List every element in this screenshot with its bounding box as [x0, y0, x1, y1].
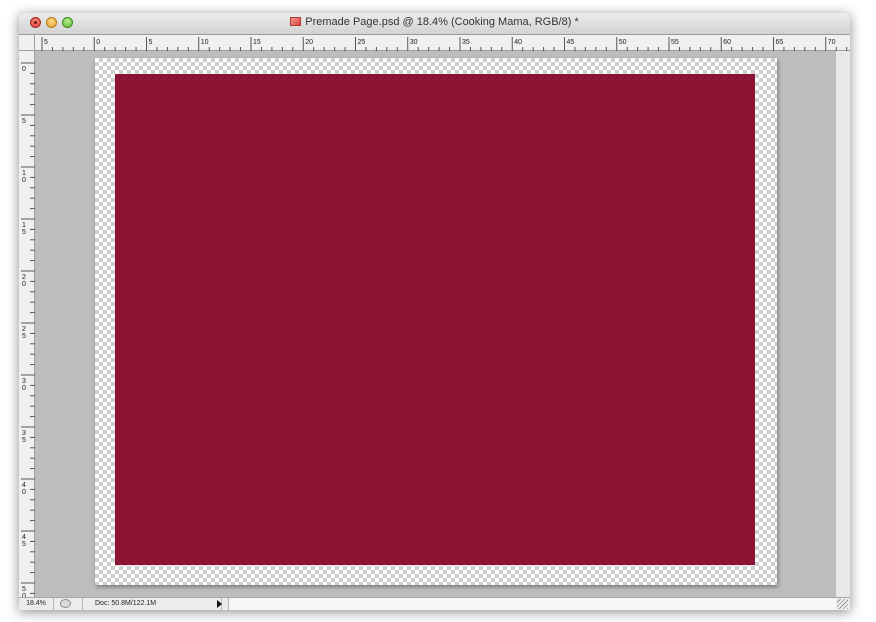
horizontal-ruler[interactable]: 5 0 5 10 15 20 25 30 35 40 45 50 55 60 65 70 — [35, 35, 850, 51]
ruler-label: 0 — [22, 489, 26, 496]
ruler-label: 3 — [22, 378, 26, 385]
photoshop-document-window: Premade Page.psd @ 18.4% (Cooking Mama, … — [19, 13, 850, 610]
document-size-info: Doc: 50.8M/122.1M — [82, 598, 222, 610]
ruler-label: 70 — [828, 39, 836, 46]
ruler-label: 0 — [22, 177, 26, 184]
window-title-container: Premade Page.psd @ 18.4% (Cooking Mama, … — [19, 16, 850, 31]
psd-document-icon — [290, 17, 302, 26]
ruler-label: 20 — [305, 39, 313, 46]
ruler-label: 5 — [22, 333, 26, 340]
status-icon[interactable] — [60, 599, 71, 608]
ruler-label: 0 — [22, 385, 26, 392]
ruler-label: 5 — [149, 39, 153, 46]
ruler-label: 2 — [22, 274, 26, 281]
vertical-scrollbar[interactable] — [835, 51, 850, 597]
canvas-area[interactable] — [35, 51, 835, 597]
ruler-label: 5 — [22, 586, 26, 593]
status-bar: 18.4% Doc: 50.8M/122.1M — [19, 597, 850, 610]
ruler-label: 15 — [253, 39, 261, 46]
resize-grip-icon[interactable] — [837, 599, 848, 609]
ruler-label: 30 — [410, 39, 418, 46]
ruler-label: 5 — [22, 437, 26, 444]
ruler-label: 65 — [776, 39, 784, 46]
ruler-label: 45 — [567, 39, 575, 46]
horizontal-ruler-ticks: 5 0 5 10 15 20 25 30 35 40 45 50 55 60 65 70 — [41, 37, 848, 51]
ruler-label: 0 — [96, 39, 100, 46]
ruler-label: 5 — [22, 118, 26, 125]
ruler-label: 55 — [671, 39, 679, 46]
ruler-label: 0 — [22, 281, 26, 288]
ruler-label: 10 — [201, 39, 209, 46]
document-canvas[interactable] — [95, 58, 777, 585]
vertical-ruler-ticks: 05101520253035404550 — [21, 62, 35, 600]
vertical-ruler[interactable]: 05101520253035404550 — [19, 51, 35, 600]
ruler-label: 35 — [462, 39, 470, 46]
ruler-label: 1 — [22, 222, 26, 229]
ruler-label: 0 — [22, 66, 26, 73]
ruler-label: 4 — [22, 482, 26, 489]
ruler-label: 3 — [22, 430, 26, 437]
filled-rectangle-layer[interactable] — [115, 74, 755, 565]
ruler-label: 60 — [723, 39, 731, 46]
ruler-label: 1 — [22, 170, 26, 177]
ruler-label: 5 — [44, 39, 48, 46]
title-bar[interactable]: Premade Page.psd @ 18.4% (Cooking Mama, … — [19, 13, 850, 35]
ruler-label: 5 — [22, 229, 26, 236]
triangle-right-icon[interactable] — [217, 600, 222, 608]
ruler-label: 50 — [619, 39, 627, 46]
ruler-label: 4 — [22, 534, 26, 541]
zoom-level-field[interactable]: 18.4% — [19, 598, 54, 610]
window-title: Premade Page.psd @ 18.4% (Cooking Mama, … — [305, 16, 579, 28]
ruler-label: 40 — [514, 39, 522, 46]
ruler-label: 2 — [22, 326, 26, 333]
ruler-origin[interactable] — [19, 35, 35, 51]
horizontal-scrollbar[interactable] — [228, 598, 836, 610]
ruler-label: 5 — [22, 541, 26, 548]
ruler-label: 25 — [358, 39, 366, 46]
